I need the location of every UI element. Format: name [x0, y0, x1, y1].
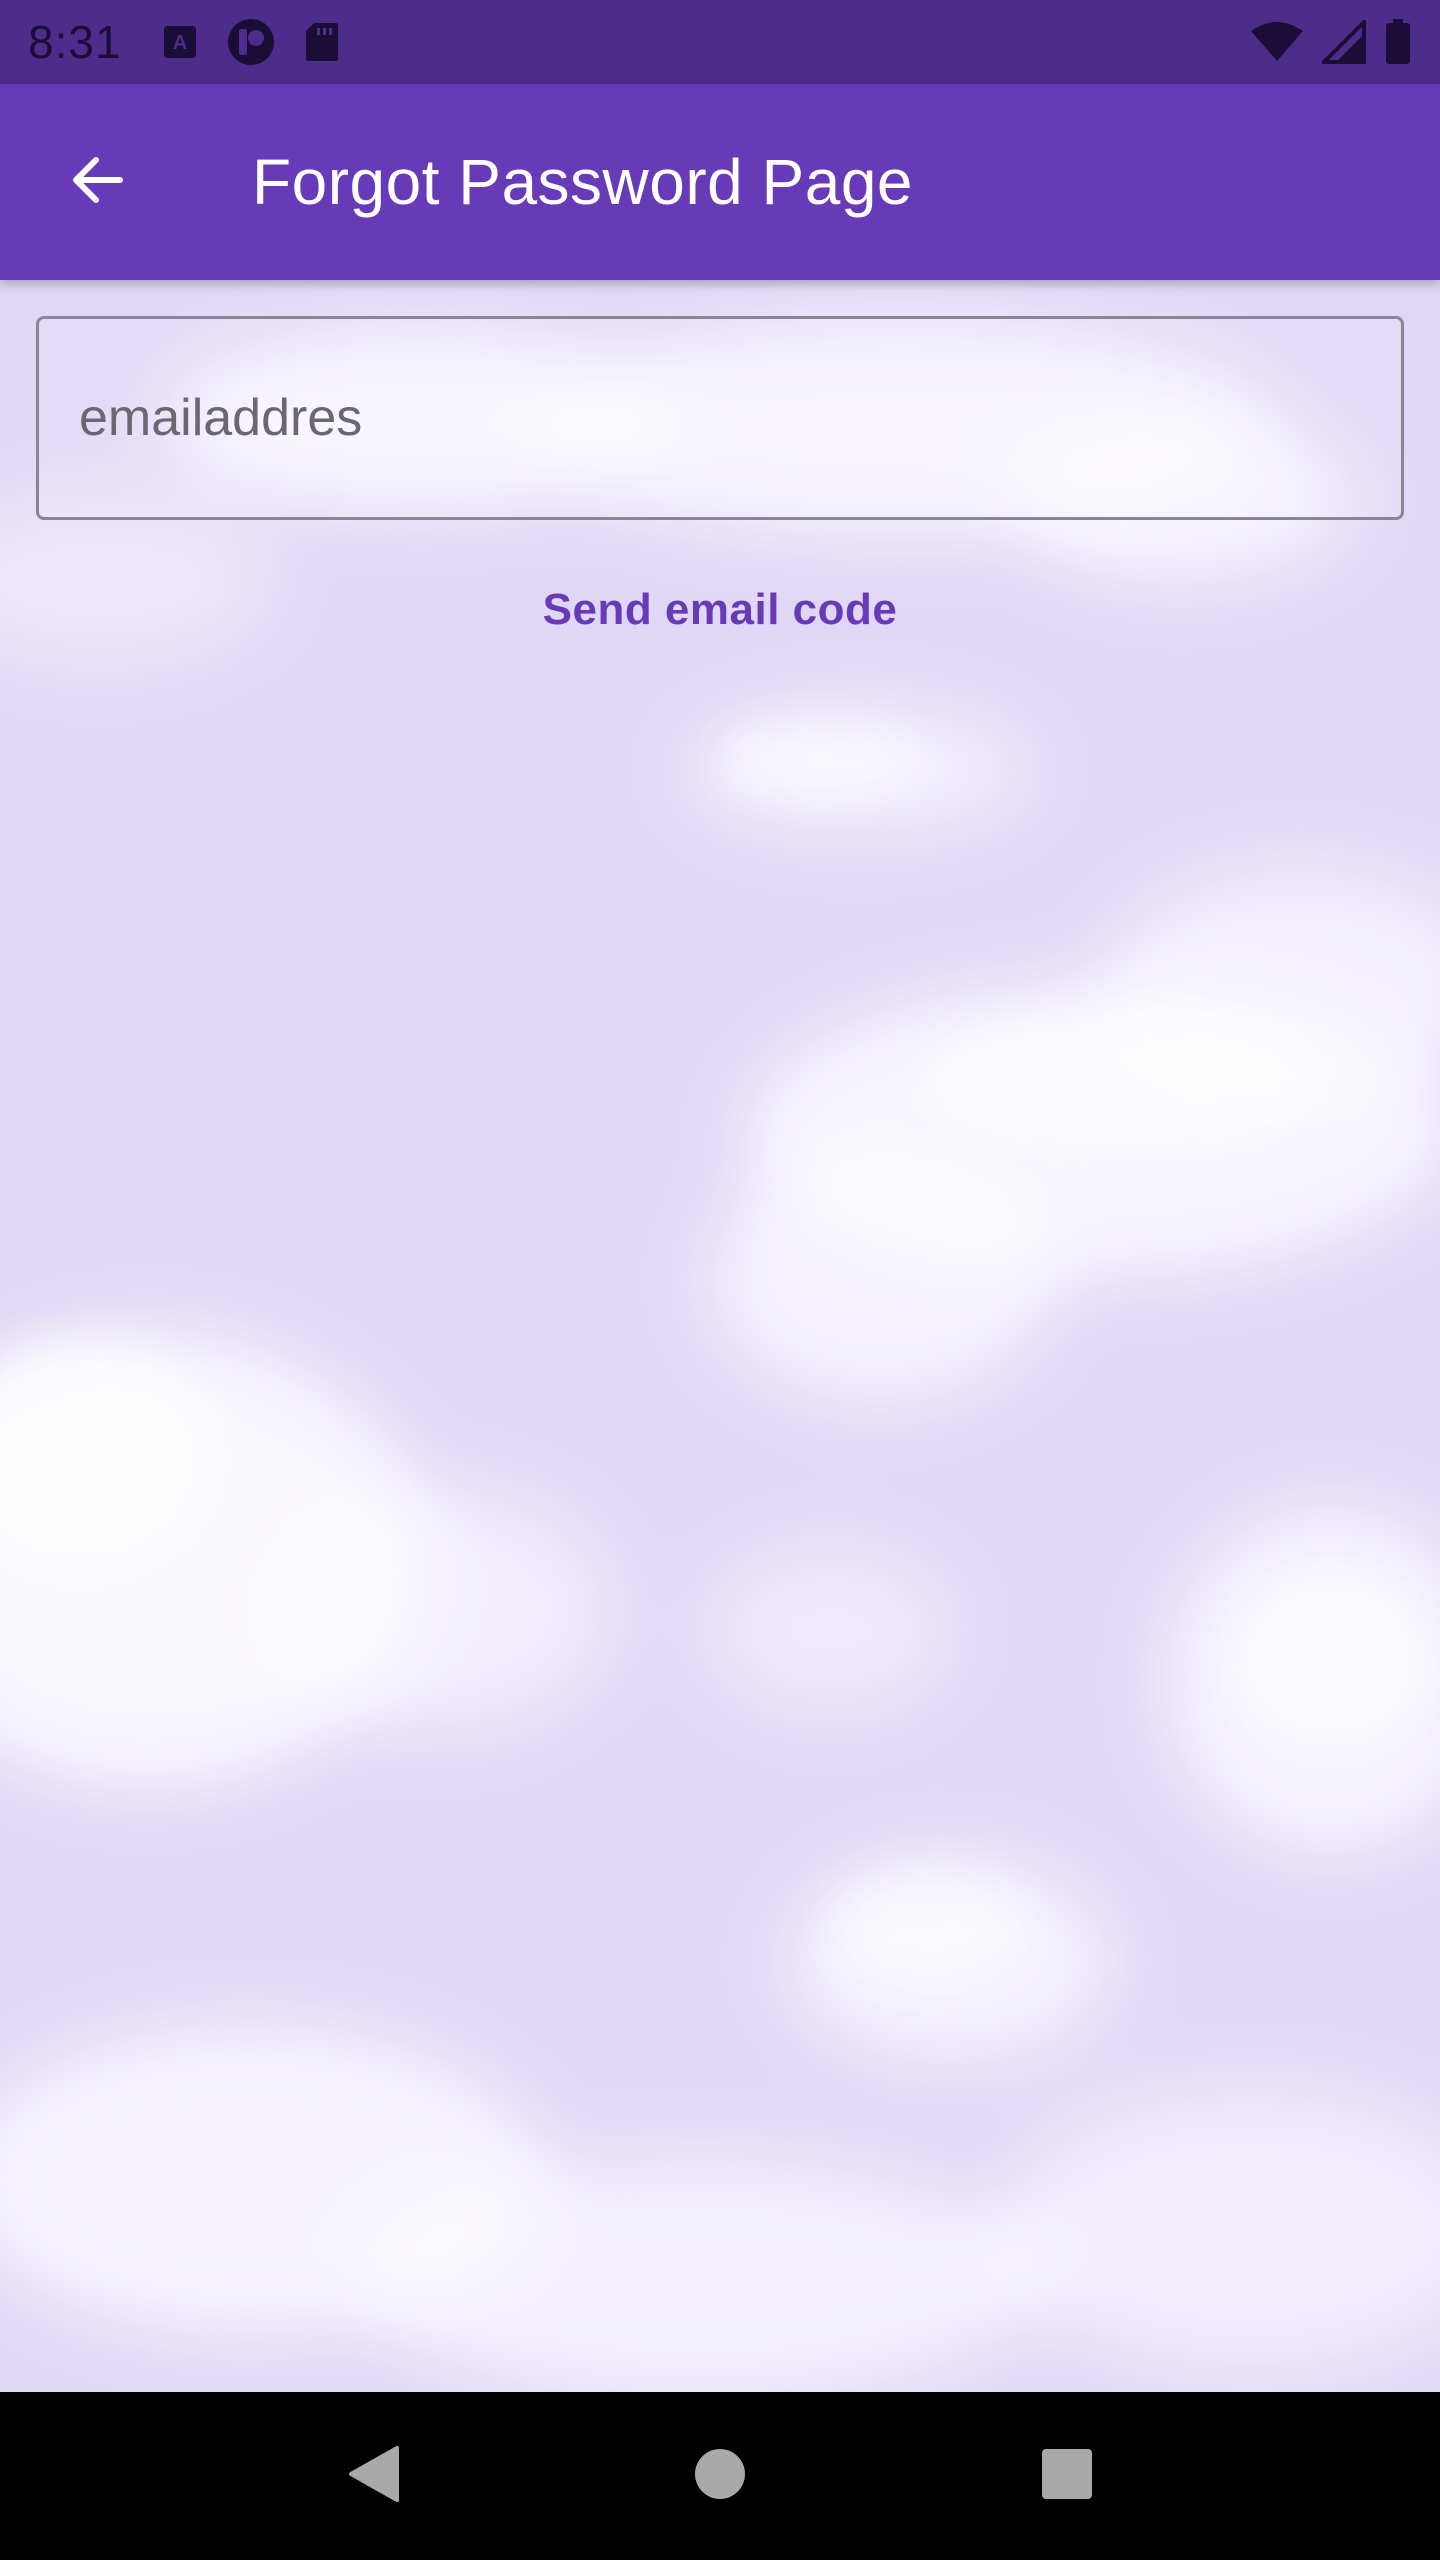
circle-app-icon: [226, 17, 276, 67]
arrow-back-icon: [66, 148, 130, 217]
content-area: emailaddres Send email code: [0, 280, 1440, 2392]
status-bar: 8:31 A: [0, 0, 1440, 84]
svg-text:A: A: [172, 32, 186, 54]
back-triangle-icon: [345, 2444, 401, 2509]
email-field-value: emailaddres: [79, 389, 363, 447]
recents-square-icon: [1041, 2448, 1093, 2505]
nav-recents-button[interactable]: [1007, 2416, 1127, 2536]
back-button[interactable]: [50, 134, 146, 230]
page-title: Forgot Password Page: [252, 146, 913, 218]
home-circle-icon: [693, 2447, 747, 2506]
status-time: 8:31: [28, 16, 122, 68]
system-nav-bar: [0, 2392, 1440, 2560]
app-bar: Forgot Password Page: [0, 84, 1440, 280]
status-icons-left: A: [162, 17, 340, 67]
send-email-code-button[interactable]: Send email code: [0, 570, 1440, 650]
signal-icon: [1322, 20, 1366, 64]
a-box-icon: A: [162, 24, 198, 60]
battery-icon: [1384, 19, 1412, 65]
send-email-code-label: Send email code: [542, 585, 898, 634]
wifi-icon: [1250, 21, 1304, 63]
sd-card-icon: [304, 21, 340, 63]
nav-back-button[interactable]: [313, 2416, 433, 2536]
screen: 8:31 A Forgot Password Page emailaddres …: [0, 0, 1440, 2560]
status-icons-right: [1250, 19, 1412, 65]
email-field[interactable]: emailaddres: [36, 316, 1404, 520]
nav-home-button[interactable]: [660, 2416, 780, 2536]
